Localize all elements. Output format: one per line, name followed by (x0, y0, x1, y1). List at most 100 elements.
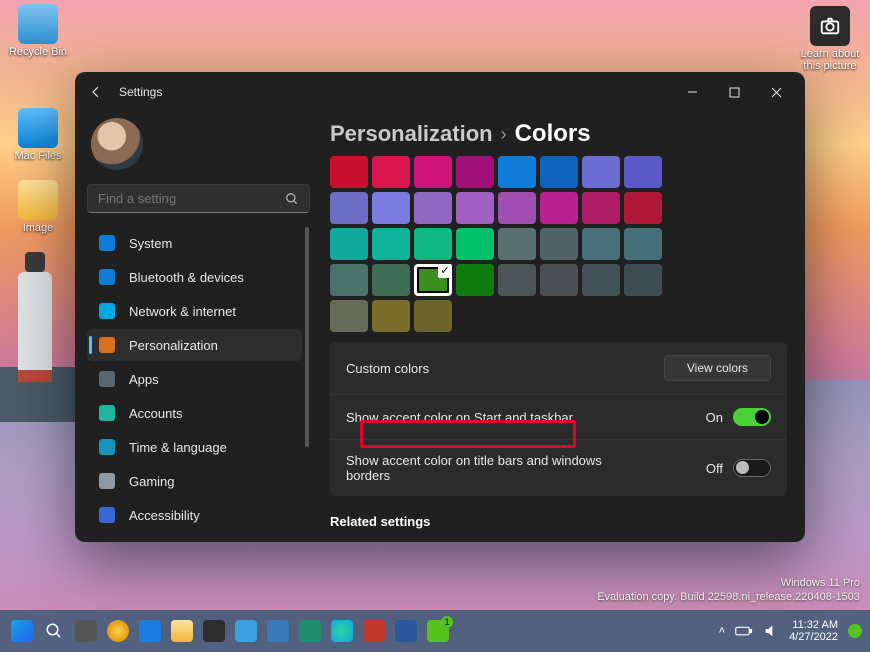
user-avatar[interactable] (91, 118, 143, 170)
minimize-button[interactable] (671, 77, 713, 107)
taskbar-edge[interactable] (328, 617, 356, 645)
taskbar-settings[interactable] (200, 617, 228, 645)
color-palette: ✓ (330, 156, 787, 332)
nav-label: System (129, 236, 172, 251)
color-swatch[interactable] (456, 192, 494, 224)
battery-icon[interactable] (735, 625, 753, 637)
nav-icon (99, 269, 115, 285)
task-view-button[interactable] (72, 617, 100, 645)
color-swatch[interactable] (498, 192, 536, 224)
color-swatch[interactable] (540, 192, 578, 224)
accent-titlebar-label: Show accent color on title bars and wind… (346, 453, 646, 483)
color-swatch[interactable] (456, 156, 494, 188)
color-swatch[interactable] (540, 228, 578, 260)
start-button[interactable] (8, 617, 36, 645)
color-swatch[interactable] (330, 228, 368, 260)
desktop-icon-label: Recycle Bin (9, 46, 67, 58)
taskbar-app[interactable] (264, 617, 292, 645)
color-swatch[interactable] (372, 228, 410, 260)
taskbar-clock[interactable]: 11:32 AM4/27/2022 (789, 619, 838, 643)
color-swatch[interactable] (414, 192, 452, 224)
tray-chevron-up-icon[interactable]: ˄ (719, 625, 725, 637)
nav-label: Personalization (129, 338, 218, 353)
back-button[interactable] (83, 79, 109, 105)
desktop-icon-label: Mac Files (14, 150, 61, 162)
color-swatch[interactable] (372, 192, 410, 224)
color-swatch[interactable] (372, 300, 410, 332)
color-swatch[interactable]: ✓ (414, 264, 452, 296)
color-swatch[interactable] (330, 156, 368, 188)
color-swatch[interactable] (414, 156, 452, 188)
annotation-highlight (360, 420, 576, 448)
nav-item-apps[interactable]: Apps (87, 363, 302, 395)
color-swatch[interactable] (498, 228, 536, 260)
nav-label: Bluetooth & devices (129, 270, 244, 285)
maximize-button[interactable] (713, 77, 755, 107)
nav-item-accounts[interactable]: Accounts (87, 397, 302, 429)
nav-icon (99, 303, 115, 319)
taskbar-app[interactable] (296, 617, 324, 645)
nav-item-bluetooth-devices[interactable]: Bluetooth & devices (87, 261, 302, 293)
nav-label: Apps (129, 372, 159, 387)
color-swatch[interactable] (330, 300, 368, 332)
search-button[interactable] (40, 617, 68, 645)
color-swatch[interactable] (624, 264, 662, 296)
search-input[interactable] (98, 191, 285, 206)
nav-icon (99, 371, 115, 387)
color-swatch[interactable] (498, 264, 536, 296)
breadcrumb-parent[interactable]: Personalization (330, 121, 493, 147)
nav-label: Accounts (129, 406, 182, 421)
toggle-accent-titlebar[interactable] (733, 459, 771, 477)
color-swatch[interactable] (540, 264, 578, 296)
color-swatch[interactable] (330, 192, 368, 224)
color-swatch[interactable] (456, 228, 494, 260)
nav-item-personalization[interactable]: Personalization (87, 329, 302, 361)
nav-item-system[interactable]: System (87, 227, 302, 259)
nav-item-network-internet[interactable]: Network & internet (87, 295, 302, 327)
sidebar-scrollbar[interactable] (304, 227, 310, 532)
desktop-icon-recycle-bin[interactable]: Recycle Bin (8, 4, 68, 58)
taskbar-weather[interactable] (104, 617, 132, 645)
windows-logo-icon (11, 620, 33, 642)
desktop-icon-mac-files[interactable]: Mac Files (8, 108, 68, 162)
breadcrumb-current: Colors (515, 120, 591, 148)
toggle-accent-start-taskbar[interactable] (733, 408, 771, 426)
color-swatch[interactable] (498, 156, 536, 188)
color-swatch[interactable] (372, 156, 410, 188)
search-icon (285, 192, 299, 206)
close-button[interactable] (755, 77, 797, 107)
color-swatch[interactable] (330, 264, 368, 296)
taskbar-explorer[interactable] (168, 617, 196, 645)
nav-item-time-language[interactable]: Time & language (87, 431, 302, 463)
color-swatch[interactable] (456, 264, 494, 296)
desktop-icon-learn-about-picture[interactable]: Learn about this picture (800, 6, 860, 72)
taskbar-app[interactable] (232, 617, 260, 645)
nav-label: Network & internet (129, 304, 236, 319)
taskbar-word[interactable] (392, 617, 420, 645)
taskbar-app[interactable] (360, 617, 388, 645)
color-swatch[interactable] (414, 300, 452, 332)
color-swatch[interactable] (582, 264, 620, 296)
volume-icon[interactable] (763, 623, 779, 639)
titlebar: Settings (75, 72, 805, 112)
weather-icon (107, 620, 129, 642)
nav-item-accessibility[interactable]: Accessibility (87, 499, 302, 531)
color-swatch[interactable] (582, 192, 620, 224)
taskbar-app[interactable] (136, 617, 164, 645)
settings-window: Settings System Bluetooth & devices Networ… (75, 72, 805, 542)
color-swatch[interactable] (540, 156, 578, 188)
color-swatch[interactable] (624, 156, 662, 188)
color-swatch[interactable] (582, 156, 620, 188)
nav-icon (99, 473, 115, 489)
taskbar-app[interactable]: 1 (424, 617, 452, 645)
search-box[interactable] (87, 184, 310, 213)
notification-indicator[interactable] (848, 624, 862, 638)
color-swatch[interactable] (582, 228, 620, 260)
view-colors-button[interactable]: View colors (664, 355, 771, 381)
desktop-icon-image[interactable]: Image (8, 180, 68, 234)
color-swatch[interactable] (414, 228, 452, 260)
color-swatch[interactable] (624, 192, 662, 224)
color-swatch[interactable] (624, 228, 662, 260)
nav-item-gaming[interactable]: Gaming (87, 465, 302, 497)
color-swatch[interactable] (372, 264, 410, 296)
